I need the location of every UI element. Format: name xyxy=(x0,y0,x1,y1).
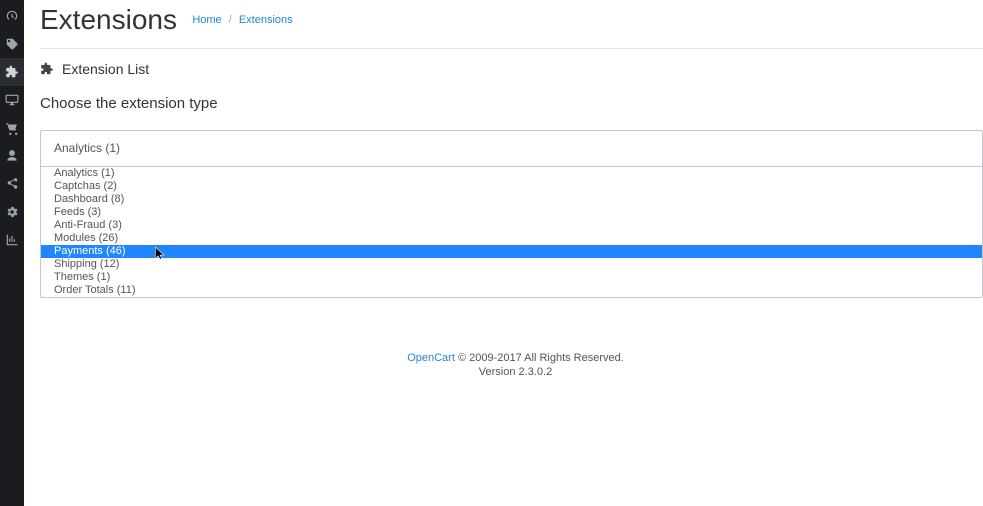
breadcrumb: Home / Extensions xyxy=(192,14,292,26)
sidebar xyxy=(0,0,24,506)
option-shipping[interactable]: Shipping (12) xyxy=(41,258,982,271)
user-icon xyxy=(5,149,19,163)
sidebar-item-catalog[interactable] xyxy=(0,30,24,58)
option-modules[interactable]: Modules (26) xyxy=(41,232,982,245)
panel-heading-text: Extension List xyxy=(62,61,149,77)
breadcrumb-separator: / xyxy=(229,14,232,26)
option-payments[interactable]: Payments (46) xyxy=(41,245,982,258)
option-dashboard[interactable]: Dashboard (8) xyxy=(41,193,982,206)
select-dropdown: Analytics (1) Captchas (2) Dashboard (8)… xyxy=(41,167,982,297)
option-themes[interactable]: Themes (1) xyxy=(41,271,982,284)
option-feeds[interactable]: Feeds (3) xyxy=(41,206,982,219)
panel-heading: Extension List xyxy=(40,49,983,87)
sidebar-item-extensions[interactable] xyxy=(0,58,24,86)
sidebar-item-system[interactable] xyxy=(0,198,24,226)
page-title: Extensions xyxy=(40,4,177,36)
sidebar-item-design[interactable] xyxy=(0,86,24,114)
select-display[interactable]: Analytics (1) xyxy=(41,131,982,167)
option-analytics[interactable]: Analytics (1) xyxy=(41,167,982,180)
option-anti-fraud[interactable]: Anti-Fraud (3) xyxy=(41,219,982,232)
page-header: Extensions Home / Extensions xyxy=(24,0,983,48)
footer-version: Version 2.3.0.2 xyxy=(48,366,983,378)
breadcrumb-home[interactable]: Home xyxy=(192,14,221,26)
puzzle-icon xyxy=(5,65,19,79)
section-title: Choose the extension type xyxy=(40,87,983,126)
footer: OpenCart © 2009-2017 All Rights Reserved… xyxy=(48,352,983,378)
cog-icon xyxy=(5,205,19,219)
sidebar-item-reports[interactable] xyxy=(0,226,24,254)
chart-icon xyxy=(5,233,19,247)
option-captchas[interactable]: Captchas (2) xyxy=(41,180,982,193)
sidebar-item-marketing[interactable] xyxy=(0,170,24,198)
desktop-icon xyxy=(5,93,19,107)
content: Extensions Home / Extensions Extension L… xyxy=(24,0,983,506)
extension-type-select[interactable]: Analytics (1) Analytics (1) Captchas (2)… xyxy=(40,130,983,298)
panel: Extension List Choose the extension type… xyxy=(40,48,983,316)
footer-brand-link[interactable]: OpenCart xyxy=(407,352,455,364)
tag-icon xyxy=(5,37,19,51)
cart-icon xyxy=(5,121,19,135)
sidebar-item-customers[interactable] xyxy=(0,142,24,170)
puzzle-icon xyxy=(40,62,54,76)
breadcrumb-current[interactable]: Extensions xyxy=(239,14,293,26)
sidebar-item-dashboard[interactable] xyxy=(0,2,24,30)
share-icon xyxy=(5,177,19,191)
dashboard-icon xyxy=(5,9,19,23)
sidebar-item-sales[interactable] xyxy=(0,114,24,142)
option-order-totals[interactable]: Order Totals (11) xyxy=(41,284,982,297)
panel-body: Choose the extension type Ar A G Analyti… xyxy=(40,87,983,316)
footer-copyright: © 2009-2017 All Rights Reserved. xyxy=(455,352,624,364)
